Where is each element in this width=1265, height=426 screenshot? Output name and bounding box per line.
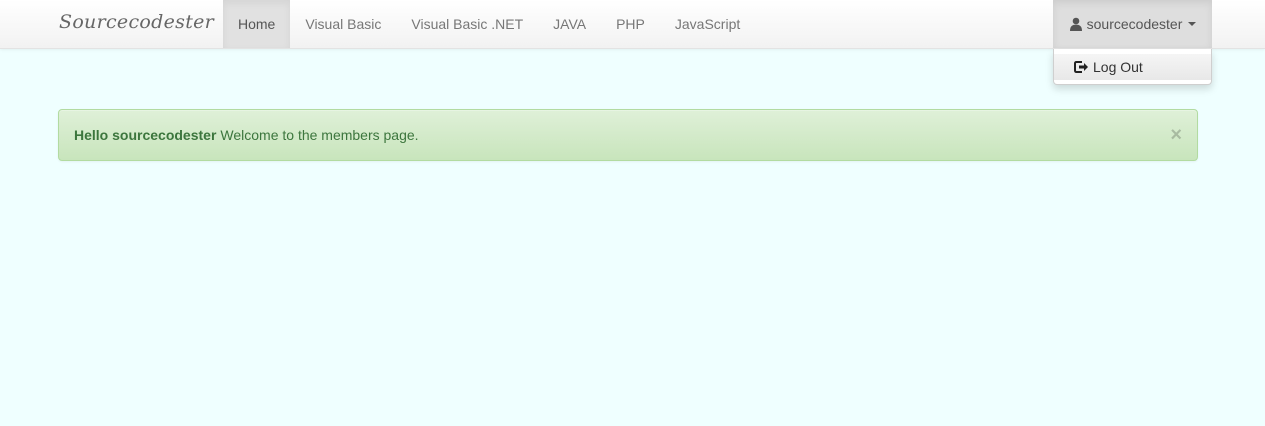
close-icon[interactable]: × — [1170, 125, 1182, 145]
top-navbar: Sourcecodester Home Visual Basic Visual … — [0, 0, 1265, 49]
alert-greeting: Hello sourcecodester — [74, 127, 217, 143]
brand-logo[interactable]: Sourcecodester — [59, 11, 214, 33]
nav-item-java[interactable]: JAVA — [538, 0, 601, 48]
log-out-label: Log Out — [1093, 59, 1143, 75]
alert-message: Welcome to the members page. — [220, 127, 419, 143]
nav-item-visual-basic-net[interactable]: Visual Basic .NET — [396, 0, 538, 48]
main-nav: Home Visual Basic Visual Basic .NET JAVA… — [223, 0, 755, 48]
nav-item-php[interactable]: PHP — [601, 0, 660, 48]
caret-down-icon — [1188, 22, 1197, 26]
welcome-alert: Hello sourcecodester Welcome to the memb… — [58, 109, 1198, 161]
nav-item-home[interactable]: Home — [223, 0, 291, 48]
user-dropdown-menu: Log Out — [1053, 49, 1212, 85]
user-icon — [1069, 17, 1083, 31]
log-out-menu-item[interactable]: Log Out — [1054, 54, 1211, 80]
nav-item-javascript[interactable]: JavaScript — [660, 0, 755, 48]
log-out-icon — [1074, 60, 1089, 74]
nav-item-visual-basic[interactable]: Visual Basic — [290, 0, 396, 48]
user-name: sourcecodester — [1086, 16, 1183, 32]
user-menu-toggle[interactable]: sourcecodester — [1053, 0, 1212, 48]
